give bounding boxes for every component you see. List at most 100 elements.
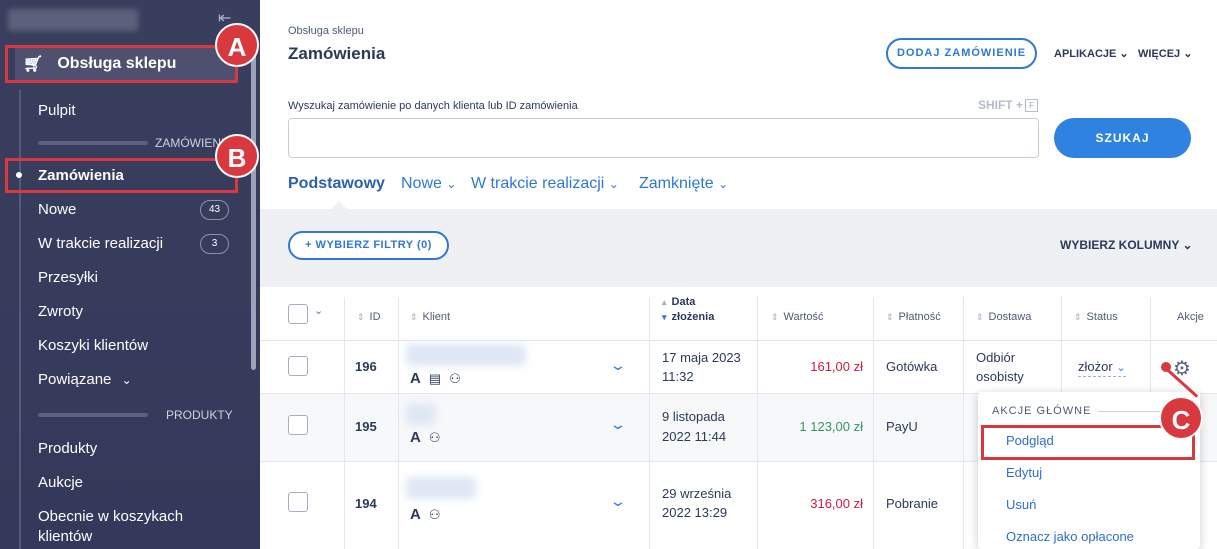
order-id[interactable]: 195 [355, 419, 377, 434]
client-icons: A ▤ ⚇ [410, 370, 461, 387]
choose-filters-button[interactable]: + WYBIERZ FILTRY (0) [288, 231, 449, 260]
sidebar-divider-label-products: PRODUKTY [166, 408, 233, 422]
chevron-down-icon[interactable]: ⌄ [314, 304, 323, 317]
order-date: 17 maja 2023 [662, 350, 741, 365]
order-payment: Pobranie [886, 496, 939, 511]
sidebar-item-in-carts-line2[interactable]: klientów [38, 528, 92, 545]
action-delete[interactable]: Usuń [1006, 497, 1036, 512]
row-checkbox[interactable] [288, 356, 308, 376]
order-time: 2022 11:44 [662, 429, 727, 444]
status-select[interactable]: złożor ⌄ [1078, 359, 1126, 377]
action-edit[interactable]: Edytuj [1006, 465, 1042, 480]
expand-row-icon[interactable]: ⌄ [609, 357, 627, 374]
count-badge: 3 [200, 234, 229, 254]
sidebar-divider [38, 141, 148, 145]
sidebar-item-in-carts[interactable]: Obecnie w koszykach [38, 508, 183, 525]
column-header-date-line2[interactable]: ▾ złożenia [662, 311, 714, 323]
sidebar-item-carts[interactable]: Koszyki klientów [38, 337, 148, 354]
apps-menu[interactable]: APLIKACJE ⌄ [1054, 47, 1129, 60]
header-label: Data [671, 296, 696, 308]
sort-icon: ⇕ [771, 312, 779, 322]
header-label: złożenia [671, 311, 715, 323]
search-button[interactable]: SZUKAJ [1054, 118, 1191, 158]
order-payment: Gotówka [886, 359, 938, 374]
column-header-id[interactable]: ⇕ ID [357, 311, 381, 323]
tab-label: Zamknięte [639, 175, 714, 192]
page-title: Zamówienia [288, 44, 386, 63]
column-header-status[interactable]: ⇕ Status [1074, 311, 1118, 323]
column-header-payment[interactable]: ⇕ Płatność [886, 311, 941, 323]
client-icons: A ⚇ [410, 429, 441, 446]
sidebar-scrollbar[interactable] [251, 40, 256, 370]
action-mark-paid[interactable]: Oznacz jako opłacone [1006, 529, 1134, 544]
row-checkbox[interactable] [288, 415, 308, 435]
tab-basic[interactable]: Podstawowy [288, 175, 385, 193]
tab-new[interactable]: Nowe ⌄ [401, 175, 456, 193]
column-header-client[interactable]: ⇕ Klient [410, 311, 450, 323]
annotation-marker-a: A [215, 23, 259, 67]
header-label: Klient [422, 311, 451, 323]
sort-up-icon: ▴ [662, 297, 667, 307]
search-input[interactable] [288, 118, 1039, 158]
guest-user-icon: ⚇ [428, 430, 441, 445]
row-checkbox[interactable] [288, 492, 308, 512]
allegro-icon: A [410, 506, 421, 523]
column-divider [344, 297, 345, 549]
sidebar-item-auctions[interactable]: Aukcje [38, 474, 83, 491]
column-divider [873, 297, 874, 549]
order-date: 29 września [662, 486, 732, 501]
count-badge: 43 [200, 200, 229, 220]
select-all-checkbox[interactable] [288, 304, 308, 324]
client-icons: A ⚇ [410, 506, 441, 523]
sort-down-icon: ▾ [662, 312, 667, 322]
tab-closed[interactable]: Zamknięte ⌄ [639, 175, 728, 193]
breadcrumb[interactable]: Obsługa sklepu [288, 25, 364, 37]
sort-icon: ⇕ [976, 312, 984, 322]
chevron-down-icon: ⌄ [1183, 48, 1193, 60]
order-id[interactable]: 194 [355, 496, 377, 511]
add-order-button[interactable]: DODAJ ZAMÓWIENIE [886, 38, 1037, 69]
column-divider [398, 297, 399, 549]
table-row[interactable] [260, 340, 1217, 393]
guest-user-icon: ⚇ [449, 371, 461, 386]
more-menu[interactable]: WIĘCEJ ⌄ [1138, 47, 1192, 60]
dropdown-heading: AKCJE GŁÓWNE [992, 405, 1092, 417]
column-header-actions: Akcje [1177, 311, 1204, 323]
annotation-box-b [5, 158, 238, 193]
page-header: Obsługa sklepu Zamówienia DODAJ ZAMÓWIEN… [260, 0, 1217, 210]
choose-columns-button[interactable]: WYBIERZ KOLUMNY ⌄ [1060, 238, 1193, 252]
annotation-marker-c: C [1159, 396, 1203, 440]
chevron-down-icon: ⌄ [1182, 238, 1193, 252]
column-header-value[interactable]: ⇕ Wartość [771, 311, 823, 323]
sidebar-item-in-progress[interactable]: W trakcie realizacji [38, 235, 163, 252]
tab-in-progress[interactable]: W trakcie realizacji ⌄ [471, 175, 619, 193]
expand-row-icon[interactable]: ⌄ [609, 493, 627, 510]
column-header-delivery[interactable]: ⇕ Dostawa [976, 311, 1031, 323]
choose-columns-label: WYBIERZ KOLUMNY [1060, 238, 1180, 252]
sidebar-divider [38, 413, 148, 417]
apps-menu-label: APLIKACJE [1054, 48, 1117, 60]
sidebar-item-shipments[interactable]: Przesyłki [38, 269, 98, 286]
sidebar-item-products[interactable]: Produkty [38, 440, 97, 457]
sidebar-item-returns[interactable]: Zwroty [38, 303, 83, 320]
chevron-down-icon: ⌄ [1119, 48, 1129, 60]
sidebar-item-new[interactable]: Nowe [38, 201, 76, 218]
sidebar-item-pulpit[interactable]: Pulpit [38, 102, 76, 119]
header-label: Wartość [783, 311, 824, 323]
column-header-date[interactable]: ▴ Data [662, 296, 695, 308]
order-date: 9 listopada [662, 409, 725, 424]
order-delivery: Odbiór [976, 350, 1016, 365]
sidebar-item-label: Powiązane [38, 371, 112, 388]
tab-label: Nowe [401, 175, 442, 192]
sort-icon: ⇕ [886, 312, 894, 322]
sidebar-item-related[interactable]: Powiązane ⌄ [38, 371, 132, 388]
annotation-box-a [5, 45, 238, 83]
sort-icon: ⇕ [357, 312, 365, 322]
client-name [406, 477, 476, 499]
allegro-icon: A [410, 429, 421, 446]
expand-row-icon[interactable]: ⌄ [609, 416, 627, 433]
order-id[interactable]: 196 [355, 359, 377, 374]
search-shortcut-hint: SHIFT + F [978, 98, 1039, 113]
chevron-down-icon: ⌄ [608, 177, 619, 191]
order-value: 1 123,00 zł [799, 419, 863, 434]
